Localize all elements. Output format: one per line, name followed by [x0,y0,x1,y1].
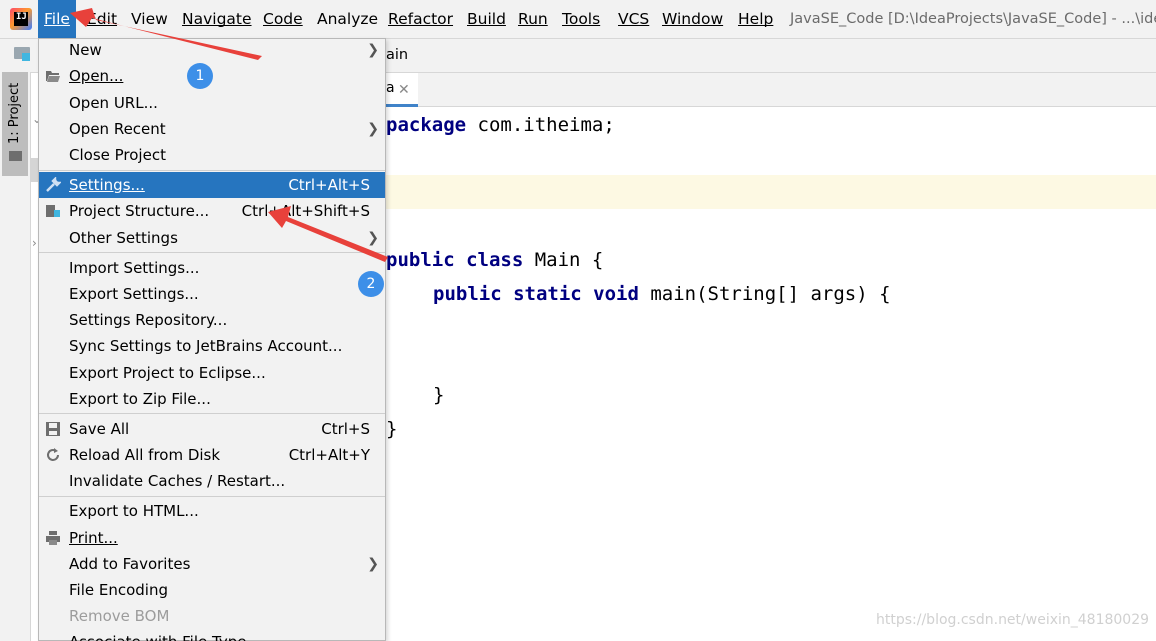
step-badge-2: 2 [358,271,384,297]
arrow-to-file-menu [70,8,262,60]
annotation-arrows [70,8,388,262]
step-badge-1: 1 [187,63,213,89]
arrow-to-project-structure [268,206,388,262]
